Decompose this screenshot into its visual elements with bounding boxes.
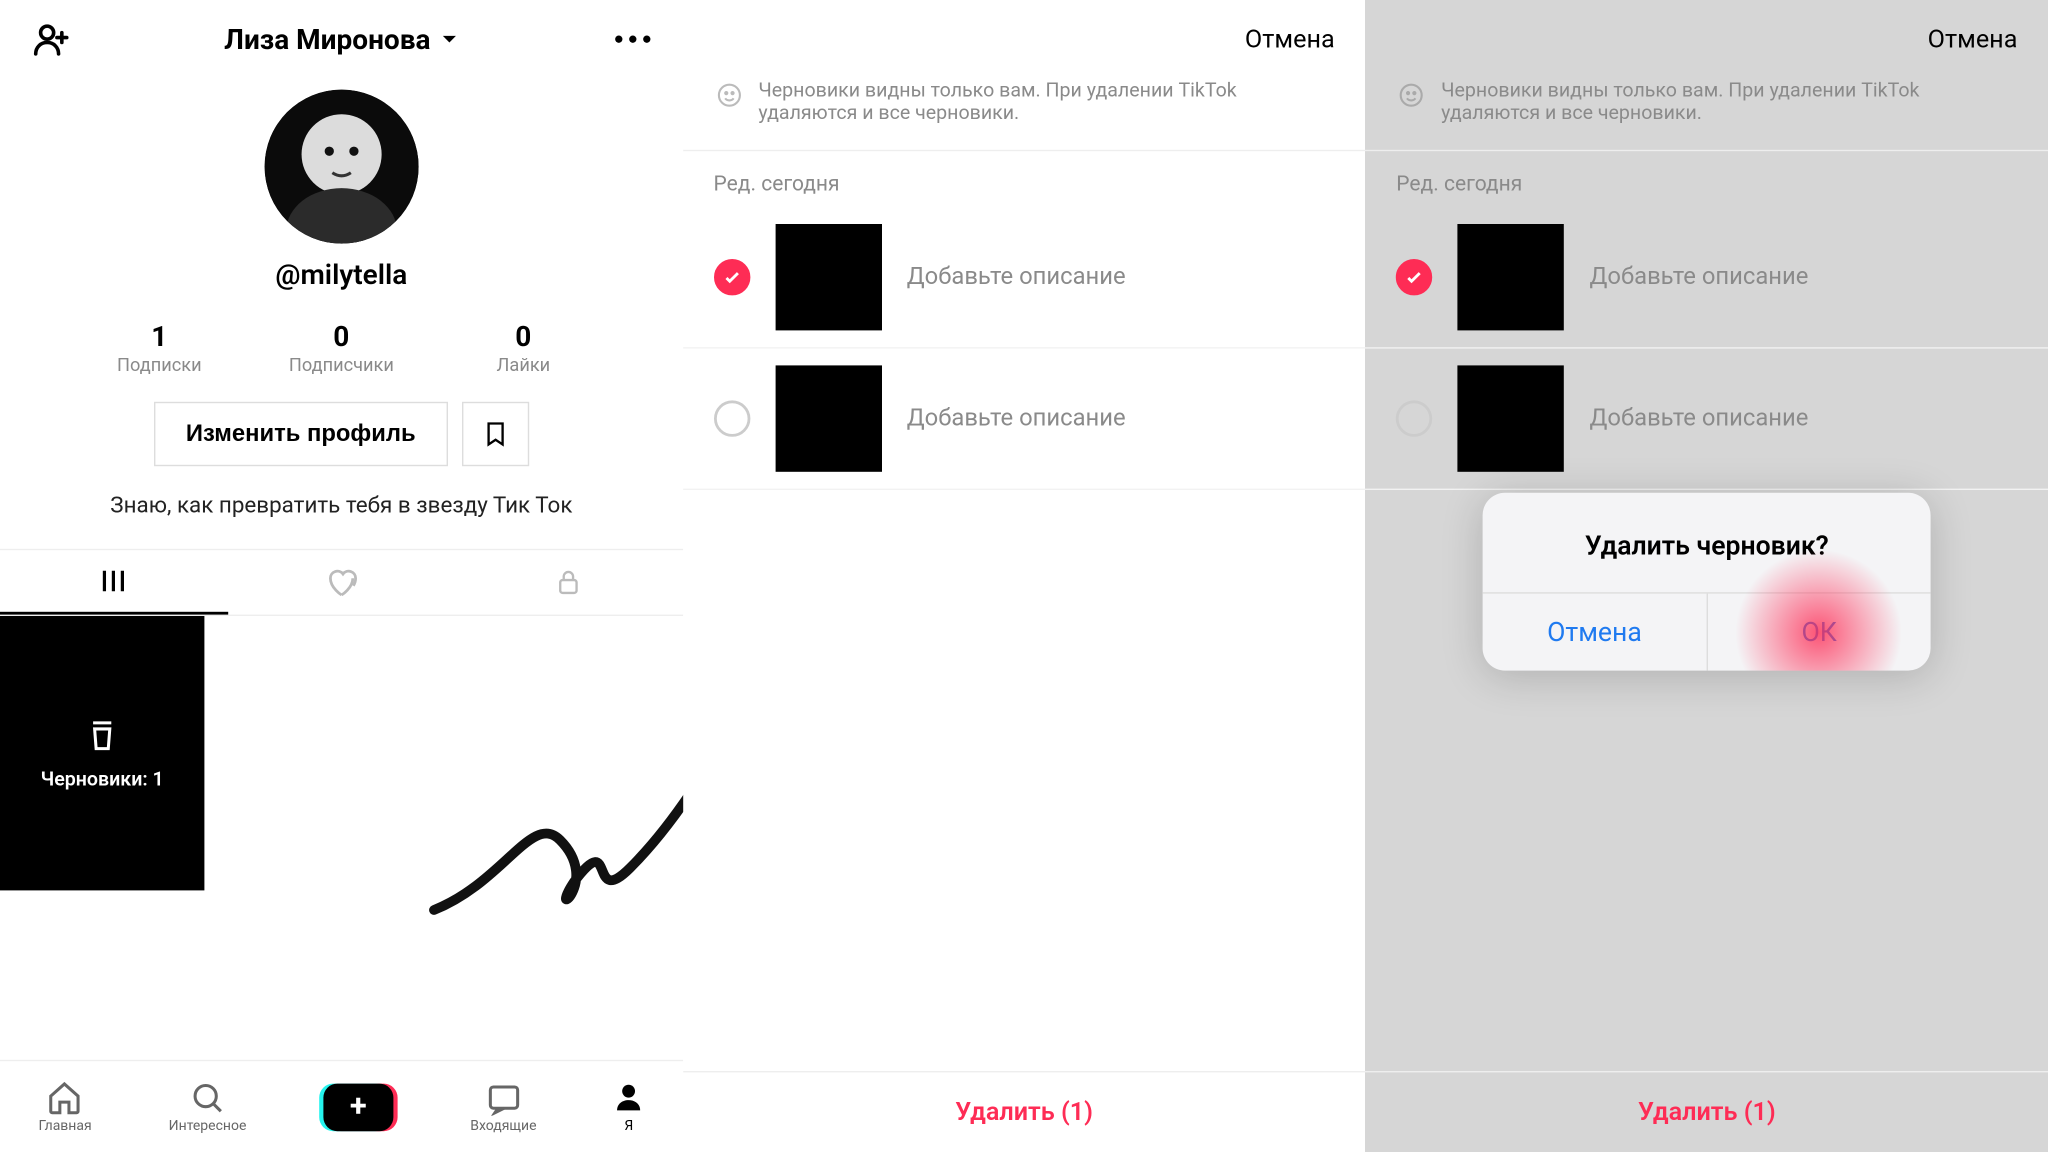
nav-me[interactable]: Я [613, 1079, 644, 1134]
nav-discover[interactable]: Интересное [169, 1079, 247, 1134]
draft-description: Добавьте описание [1589, 405, 1808, 433]
stat-likes[interactable]: 0 Лайки [460, 319, 586, 376]
smile-icon [1396, 80, 1427, 111]
stats-row: 1 Подписки 0 Подписчики 0 Лайки [0, 319, 683, 376]
profile-name: Лиза Миронова [224, 22, 430, 56]
draft-thumbnail [775, 365, 881, 471]
drafts-hint: Черновики видны только вам. При удалении… [1365, 80, 2048, 151]
draft-thumbnail [1458, 224, 1564, 330]
nav-create-button[interactable]: + [323, 1083, 393, 1131]
draft-checkbox-checked[interactable] [1396, 259, 1432, 295]
draft-description: Добавьте описание [1589, 263, 1808, 291]
add-friend-icon[interactable] [31, 20, 70, 59]
username-handle: @milytella [0, 258, 683, 292]
draft-item[interactable]: Добавьте описание [1365, 207, 2048, 348]
drafts-hint: Черновики видны только вам. При удалении… [683, 80, 1366, 151]
draft-thumbnail [775, 224, 881, 330]
draft-item[interactable]: Добавьте описание [1365, 349, 2048, 490]
delete-button[interactable]: Удалить (1) [683, 1071, 1366, 1152]
drafts-tile-label: Черновики: 1 [41, 769, 164, 791]
drafts-section-label: Ред. сегодня [1365, 151, 2048, 207]
stat-followers[interactable]: 0 Подписчики [278, 319, 404, 376]
tab-private[interactable] [455, 550, 683, 614]
bookmark-button[interactable] [462, 402, 529, 466]
draft-description: Добавьте описание [907, 263, 1126, 291]
bottom-nav: Главная Интересное + Входящие Я [0, 1060, 683, 1152]
delete-button[interactable]: Удалить (1) [1365, 1071, 2048, 1152]
nav-inbox[interactable]: Входящие [470, 1079, 536, 1134]
drafts-screen: Отмена Черновики видны только вам. При у… [683, 0, 1366, 1152]
bio-text: Знаю, как превратить тебя в звезду Тик Т… [0, 491, 683, 518]
draft-description: Добавьте описание [907, 405, 1126, 433]
draft-item[interactable]: Добавьте описание [683, 349, 1366, 490]
drafts-tile[interactable]: Черновики: 1 [0, 616, 204, 890]
profile-name-dropdown[interactable]: Лиза Миронова [224, 22, 458, 56]
modal-cancel-button[interactable]: Отмена [1483, 594, 1708, 671]
draft-thumbnail [1458, 365, 1564, 471]
confirm-modal: Удалить черновик? Отмена ОК [1483, 493, 1931, 671]
cancel-button[interactable]: Отмена [1928, 25, 2018, 54]
drafts-section-label: Ред. сегодня [683, 151, 1366, 207]
tab-liked[interactable] [228, 550, 456, 614]
draft-item[interactable]: Добавьте описание [683, 207, 1366, 348]
draft-checkbox-checked[interactable] [714, 259, 750, 295]
cancel-button[interactable]: Отмена [1245, 25, 1335, 54]
avatar[interactable] [264, 90, 418, 244]
modal-title: Удалить черновик? [1483, 493, 1931, 592]
draft-checkbox[interactable] [1396, 400, 1432, 436]
drafts-screen-with-modal: Отмена Черновики видны только вам. При у… [1365, 0, 2048, 1152]
chevron-down-icon [439, 29, 459, 49]
smile-icon [714, 80, 745, 111]
nav-home[interactable]: Главная [38, 1079, 91, 1134]
stat-following[interactable]: 1 Подписки [96, 319, 222, 376]
draft-checkbox[interactable] [714, 400, 750, 436]
edit-profile-button[interactable]: Изменить профиль [154, 402, 448, 466]
modal-ok-button[interactable]: ОК [1708, 594, 1931, 671]
more-icon[interactable] [613, 34, 652, 45]
profile-screen: Лиза Миронова @milytella 1 Подписки 0 П [0, 0, 683, 1152]
content-tabs [0, 549, 683, 616]
tab-grid[interactable] [0, 550, 228, 614]
